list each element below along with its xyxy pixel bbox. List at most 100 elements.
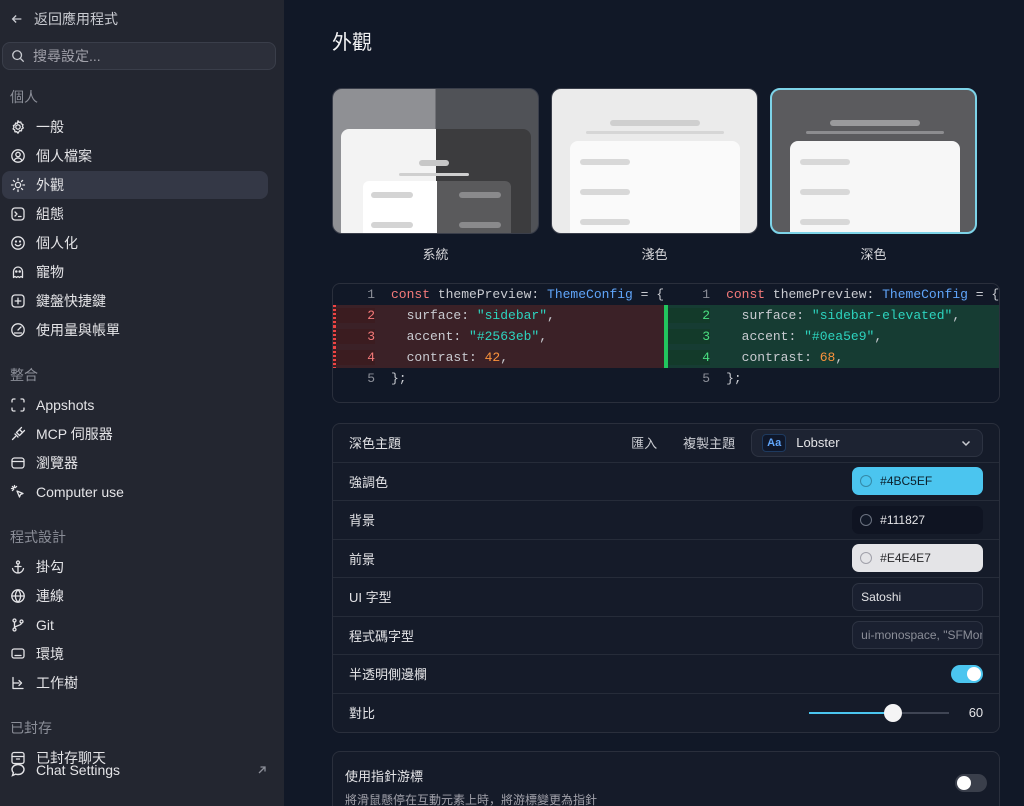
- keyboard-icon: [11, 294, 25, 308]
- sidebar-item-label: 工作樹: [36, 675, 78, 691]
- line-number: 5: [367, 371, 375, 386]
- sidebar-item-label: MCP 伺服器: [36, 426, 113, 442]
- sidebar-item[interactable]: 使用量與帳單: [2, 316, 268, 344]
- contrast-slider[interactable]: [809, 703, 950, 722]
- chat-bubble-icon: [11, 763, 25, 777]
- sidebar-item[interactable]: 鍵盤快捷鍵: [2, 287, 268, 315]
- code-line: const themePreview: ThemeConfig = {: [710, 287, 999, 302]
- sidebar-item[interactable]: Computer use: [2, 478, 268, 506]
- sidebar-item[interactable]: 環境: [2, 640, 268, 668]
- line-number: 5: [702, 371, 711, 386]
- code-line: const themePreview: ThemeConfig = {: [375, 287, 664, 302]
- theme-option-light[interactable]: 淺色: [551, 88, 758, 263]
- chat-settings-link[interactable]: Chat Settings: [2, 756, 268, 784]
- code-token: "sidebar": [476, 308, 548, 323]
- page-title: 外觀: [332, 32, 372, 54]
- appearance-page: 外觀 系統 淺色 深色 1 const themePreview: ThemeC…: [284, 0, 1024, 806]
- foreground-value: #E4E4E7: [880, 551, 931, 566]
- pointer-cursor-toggle[interactable]: [955, 774, 988, 792]
- sidebar-item-label: 組態: [36, 206, 64, 222]
- code-token: 42: [484, 350, 501, 365]
- code-token: ,: [539, 329, 548, 344]
- settings-nav: 個人 一般 個人檔案 外觀 組態 個人化 寵物 鍵盤快捷鍵 使用量與帳單 整合 Appshots MC…: [2, 87, 276, 772]
- import-theme-button[interactable]: 匯入: [631, 433, 657, 452]
- sidebar-item[interactable]: 個人檔案: [2, 142, 268, 170]
- code-token: themePreview:: [772, 287, 883, 302]
- code-line: accent: "#0ea5e9",: [710, 329, 882, 344]
- browser-icon: [11, 457, 25, 469]
- ui-font-input[interactable]: Satoshi: [852, 582, 984, 611]
- diff-line: 5};: [668, 368, 999, 389]
- code-token: 68: [819, 350, 836, 365]
- theme-option-dark[interactable]: 深色: [770, 88, 977, 263]
- sidebar-item-label: 使用量與帳單: [36, 322, 120, 338]
- background-color-field[interactable]: #111827: [852, 505, 984, 534]
- sidebar-item[interactable]: Git: [2, 611, 268, 639]
- back-to-app-button[interactable]: 返回應用程式: [2, 8, 276, 30]
- code-line: accent: "#2563eb",: [375, 329, 547, 344]
- settings-search-input[interactable]: [33, 48, 253, 64]
- theme-label-system: 系統: [422, 247, 449, 262]
- foreground-color-field[interactable]: #E4E4E7: [852, 544, 984, 573]
- sidebar-item[interactable]: Appshots: [2, 391, 268, 419]
- diff-line: 5};: [333, 368, 664, 389]
- ui-font-label: UI 字型: [349, 590, 392, 606]
- code-token: contrast:: [391, 350, 485, 365]
- background-swatch[interactable]: [860, 513, 873, 526]
- copy-theme-button[interactable]: 複製主題: [683, 433, 735, 452]
- code-token: };: [391, 371, 407, 386]
- sidebar-item[interactable]: 個人化: [2, 229, 268, 257]
- code-font-label: 程式碼字型: [349, 628, 415, 644]
- diff-line: 4 contrast: 68,: [668, 347, 1000, 368]
- toggle-knob: [967, 666, 982, 681]
- foreground-swatch[interactable]: [860, 552, 873, 565]
- settings-search-box[interactable]: [2, 42, 276, 70]
- theme-preview-system: [332, 88, 539, 234]
- user-circle-icon: [11, 149, 25, 163]
- sidebar-item[interactable]: 外觀: [2, 171, 268, 199]
- sidebar-item[interactable]: 連線: [2, 582, 268, 610]
- diff-line: 4 contrast: 42,: [333, 347, 665, 368]
- settings-sidebar: 返回應用程式 個人一般個人檔案外觀組態個人化寵物鍵盤快捷鍵使用量與帳單整合 App…: [0, 0, 284, 806]
- contrast-slider-thumb[interactable]: [884, 703, 903, 722]
- sidebar-item[interactable]: MCP 伺服器: [2, 420, 268, 448]
- smile-icon: [11, 236, 25, 250]
- code-font-placeholder: ui-monospace, "SFMono-Regular": [861, 628, 982, 643]
- line-number: 1: [702, 287, 711, 302]
- accent-swatch[interactable]: [860, 475, 873, 488]
- ui-font-value: Satoshi: [861, 589, 902, 604]
- nav-group-label: 已封存: [10, 720, 52, 736]
- sidebar-item[interactable]: 瀏覽器: [2, 449, 268, 477]
- globe-icon: [11, 589, 25, 603]
- sidebar-item[interactable]: 一般: [2, 113, 268, 141]
- theme-preview-dark: [770, 88, 977, 234]
- code-line: };: [710, 371, 742, 386]
- chevron-down-icon: [962, 440, 971, 446]
- sidebar-item[interactable]: 組態: [2, 200, 268, 228]
- sidebar-item-label: 外觀: [36, 177, 64, 193]
- code-token: "sidebar-elevated": [811, 308, 953, 323]
- translucent-sidebar-row: 半透明側邊欄: [333, 655, 1000, 694]
- diff-pane-after: 1 const themePreview: ThemeConfig = {2 su…: [668, 284, 1000, 402]
- theme-select[interactable]: Aa Lobster: [751, 428, 984, 457]
- code-font-input[interactable]: ui-monospace, "SFMono-Regular": [852, 621, 984, 650]
- code-line: surface: "sidebar",: [375, 308, 555, 323]
- diff-line: 3 accent: "#2563eb",: [333, 326, 665, 347]
- sun-icon: [10, 177, 26, 193]
- theme-option-system[interactable]: 系統: [332, 88, 539, 263]
- code-token: ThemeConfig: [547, 287, 633, 302]
- code-token: };: [726, 371, 742, 386]
- sidebar-item[interactable]: 工作樹: [2, 669, 268, 697]
- translucent-sidebar-toggle[interactable]: [951, 664, 984, 683]
- font-aa-icon: Aa: [762, 433, 787, 452]
- code-token: "#2563eb": [469, 329, 540, 344]
- diff-line: 3 accent: "#0ea5e9",: [668, 326, 1000, 347]
- code-token: surface:: [726, 308, 812, 323]
- sidebar-item-label: 環境: [36, 646, 64, 662]
- sidebar-item[interactable]: 掛勾: [2, 553, 268, 581]
- sidebar-item-label: 瀏覽器: [36, 455, 78, 471]
- sidebar-item[interactable]: 寵物: [2, 258, 268, 286]
- theme-row: 深色主題 匯入 複製主題 Aa Lobster: [333, 424, 1000, 463]
- accent-color-field[interactable]: #4BC5EF: [852, 467, 984, 496]
- sidebar-item-label: Computer use: [36, 484, 124, 500]
